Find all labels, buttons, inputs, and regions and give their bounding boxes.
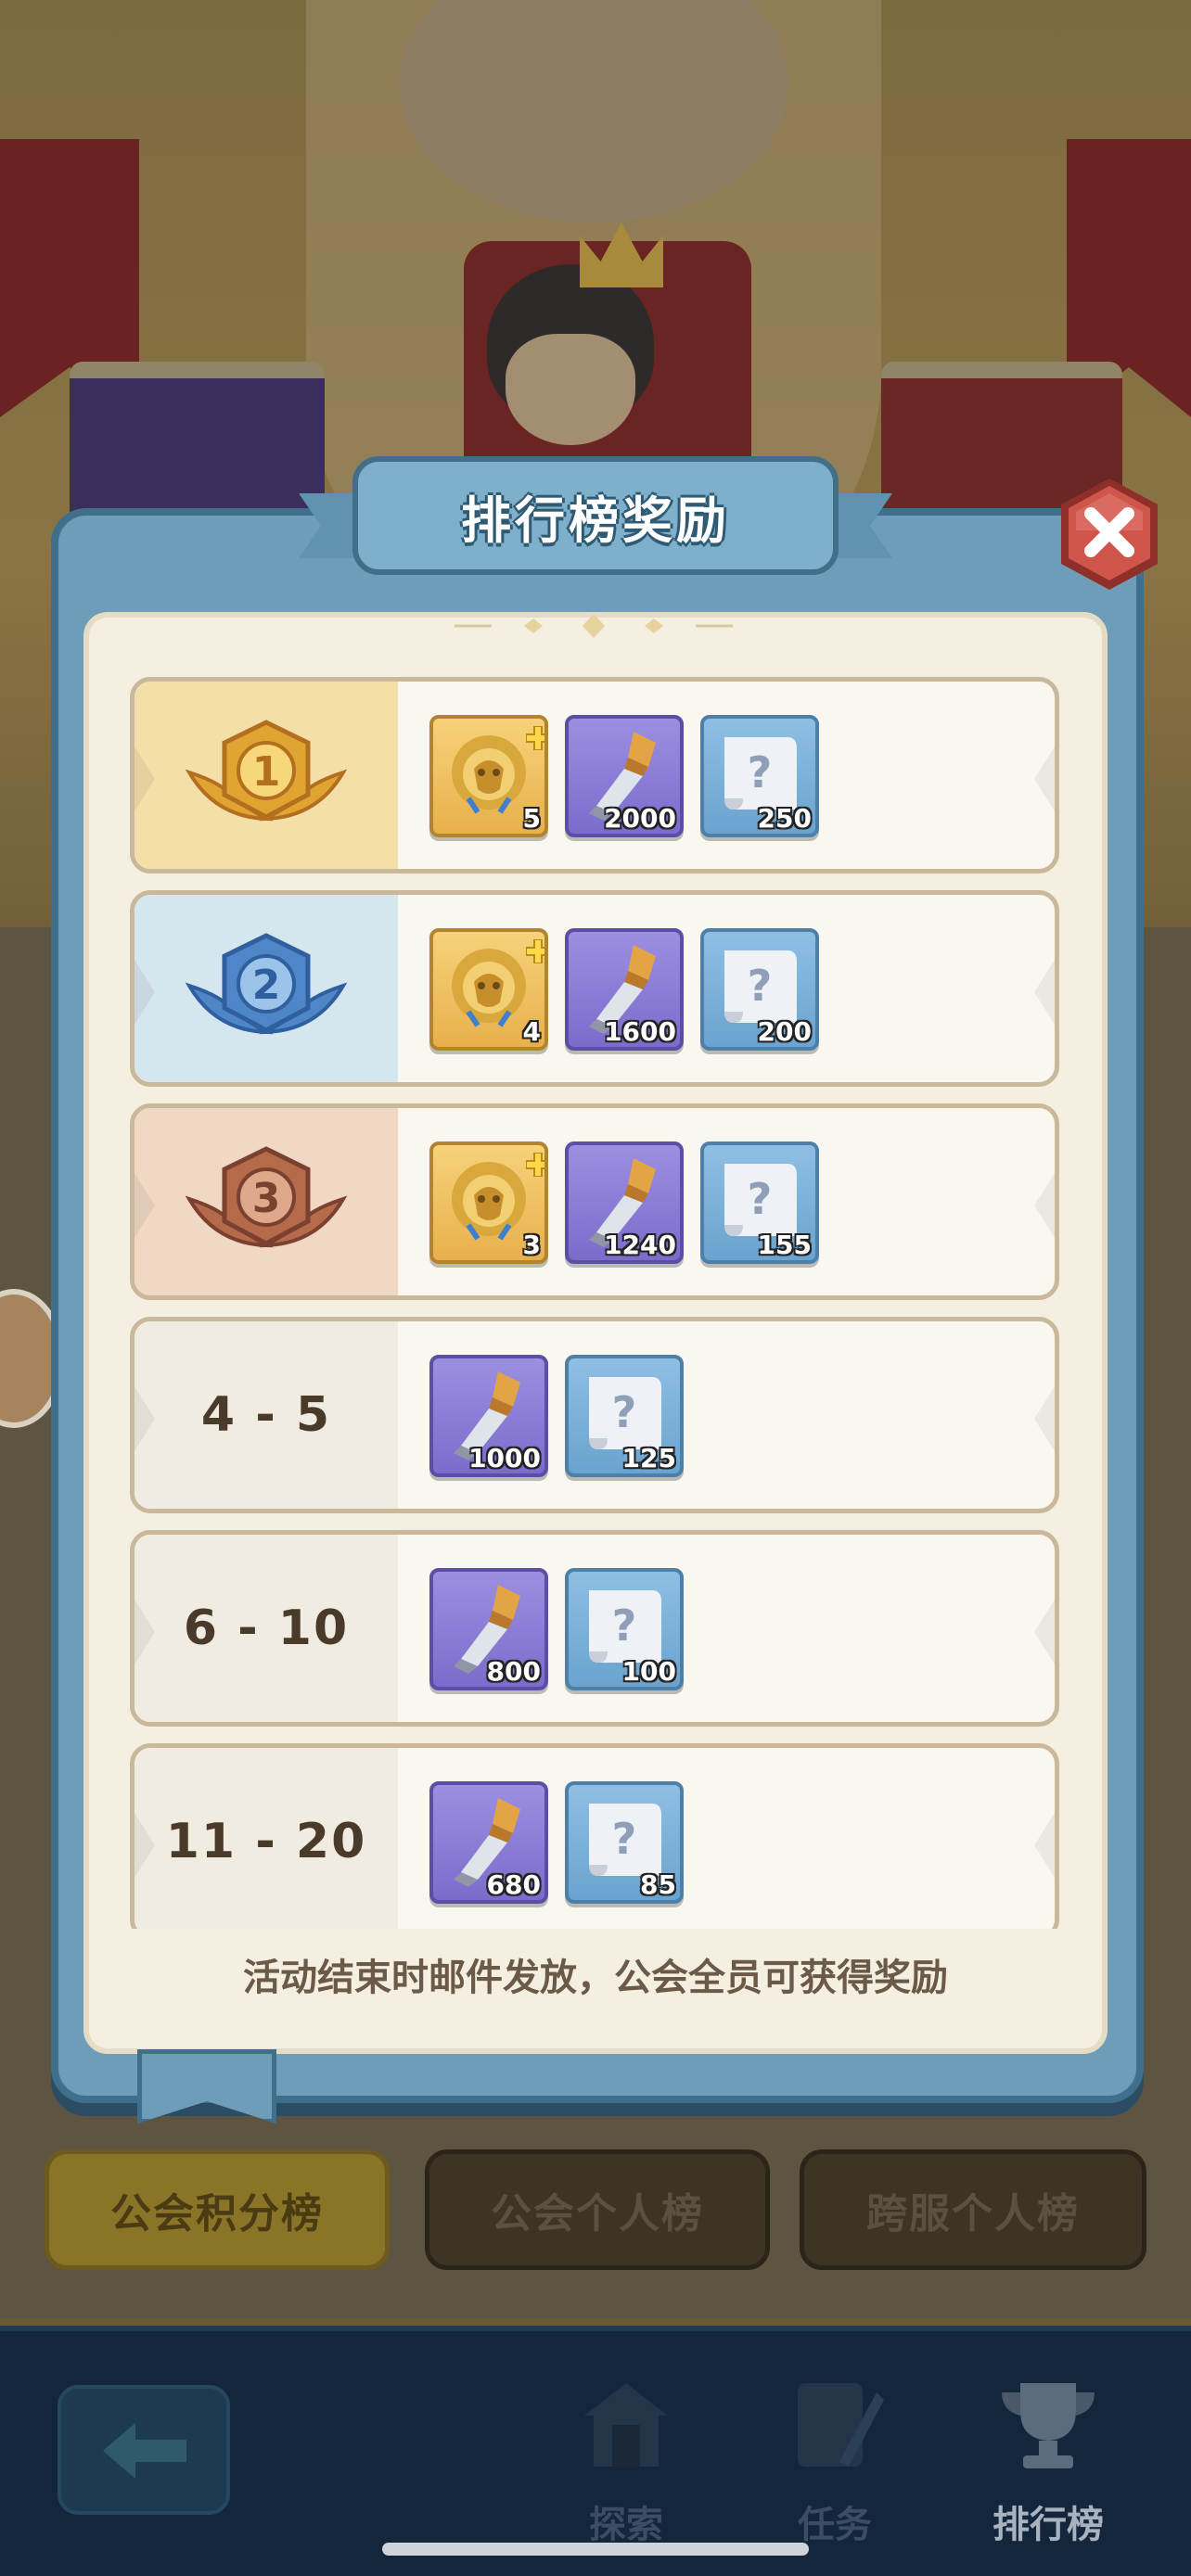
home-indicator[interactable] [382, 2543, 809, 2556]
gold-medal-icon: 1 [185, 720, 348, 822]
reward-row: 6 - 10 800? 100 [130, 1530, 1059, 1727]
reward-item[interactable]: 1000 [429, 1355, 548, 1477]
svg-text:?: ? [612, 1600, 637, 1651]
reward-items: 3 1240? 155 [429, 1141, 819, 1264]
rank-range-label: 6 - 10 [183, 1600, 350, 1656]
silver-medal-icon: 2 [185, 933, 348, 1035]
plus-badge-icon [519, 1147, 544, 1177]
reward-quantity: 1600 [604, 1016, 676, 1047]
reward-quantity: 5 [522, 803, 541, 834]
nav-leaderboard-label: 排行榜 [992, 2504, 1104, 2546]
reward-item[interactable]: 1240 [565, 1141, 684, 1264]
reward-item[interactable]: ? 200 [700, 928, 819, 1051]
reward-footer-note: 活动结束时邮件发放，公会全员可获得奖励 [243, 1957, 948, 1999]
reward-items: 4 1600? 200 [429, 928, 819, 1051]
rank-range-label: 11 - 20 [165, 1814, 367, 1869]
tab-guild-points[interactable]: 公会积分榜 [45, 2149, 390, 2270]
reward-items: 5 2000? 250 [429, 715, 819, 837]
tab-guild-personal[interactable]: 公会个人榜 [425, 2149, 770, 2270]
reward-item[interactable]: 680 [429, 1781, 548, 1904]
reward-quantity: 800 [486, 1656, 541, 1687]
reward-items: 800? 100 [429, 1568, 684, 1690]
row-edge-right [1034, 1173, 1055, 1238]
reward-item[interactable]: ? 85 [565, 1781, 684, 1904]
reward-item[interactable]: 1600 [565, 928, 684, 1051]
rank-number: 3 [252, 1175, 281, 1222]
rank-number: 2 [252, 962, 281, 1009]
rank-range-label: 4 - 5 [200, 1387, 332, 1443]
reward-row: 3 3 1240? 155 [130, 1103, 1059, 1300]
svg-text:?: ? [612, 1814, 637, 1864]
row-edge-right [1034, 960, 1055, 1025]
row-edge-right [1034, 1813, 1055, 1878]
panel-title: 排行榜奖励 [461, 491, 730, 550]
bronze-medal-icon: 3 [185, 1146, 348, 1248]
reward-quantity: 680 [486, 1869, 541, 1900]
reward-item[interactable]: ? 250 [700, 715, 819, 837]
reward-quantity: 100 [621, 1656, 676, 1687]
title-ribbon: 排行榜奖励 [299, 456, 892, 575]
svg-text:?: ? [748, 1174, 773, 1224]
reward-item[interactable]: 5 [429, 715, 548, 837]
rank-cell: 6 - 10 [134, 1535, 398, 1722]
row-edge-right [1034, 1386, 1055, 1451]
nav-task[interactable]: 任务 [756, 2374, 914, 2559]
reward-row: 2 4 1600? 200 [130, 890, 1059, 1087]
throne-left [70, 362, 325, 529]
nav-explore-label: 探索 [589, 2504, 663, 2546]
close-button[interactable] [1054, 475, 1165, 593]
rank-number: 1 [252, 748, 281, 796]
reward-row: 4 - 5 1000? 125 [130, 1317, 1059, 1513]
row-edge-right [1034, 1600, 1055, 1664]
close-icon [1061, 478, 1158, 590]
svg-text:?: ? [748, 961, 773, 1011]
reward-item[interactable]: ? 155 [700, 1141, 819, 1264]
reward-quantity: 125 [621, 1443, 676, 1473]
reward-quantity: 3 [522, 1230, 541, 1260]
reward-quantity: 2000 [604, 803, 676, 834]
reward-items: 680? 85 [429, 1781, 684, 1904]
reward-quantity: 200 [757, 1016, 812, 1047]
reward-item[interactable]: 3 [429, 1141, 548, 1264]
back-button[interactable] [58, 2385, 230, 2515]
rank-cell: 4 - 5 [134, 1321, 398, 1509]
reward-item[interactable]: ? 125 [565, 1355, 684, 1477]
king-character-face [506, 334, 635, 445]
reward-quantity: 250 [757, 803, 812, 834]
reward-quantity: 1000 [468, 1443, 541, 1473]
reward-item[interactable]: 2000 [565, 715, 684, 837]
quest-book-icon [798, 2383, 884, 2467]
reward-row: 11 - 20 680? 85 [130, 1743, 1059, 1929]
reward-row: 1 5 2000? 250 [130, 677, 1059, 874]
nav-leaderboard[interactable]: 排行榜 [969, 2374, 1127, 2559]
reward-item[interactable]: 800 [429, 1568, 548, 1690]
plus-badge-icon [519, 721, 544, 750]
tab-cross-server-personal[interactable]: 跨服个人榜 [800, 2149, 1146, 2270]
reward-quantity: 85 [640, 1869, 676, 1900]
explore-building-icon [584, 2383, 668, 2467]
svg-text:?: ? [612, 1387, 637, 1437]
nav-explore[interactable]: 探索 [547, 2374, 705, 2559]
reward-item[interactable]: ? 100 [565, 1568, 684, 1690]
reward-quantity: 155 [757, 1230, 812, 1260]
back-arrow-icon [103, 2423, 186, 2479]
svg-text:?: ? [748, 747, 773, 797]
trophy-icon [1002, 2383, 1095, 2468]
reward-quantity: 1240 [604, 1230, 676, 1260]
rank-cell: 11 - 20 [134, 1748, 398, 1929]
reward-quantity: 4 [522, 1016, 541, 1047]
reward-item[interactable]: 4 [429, 928, 548, 1051]
reward-list[interactable]: 1 5 2000? 250 2 4 1600? 200 3 3 1240? 155 4 - 5 1000?… [130, 677, 1059, 1929]
row-edge-right [1034, 746, 1055, 811]
panel-ornament-icon [455, 614, 733, 638]
plus-badge-icon [519, 934, 544, 963]
rank-cell: 2 [134, 895, 398, 1082]
nav-task-label: 任务 [798, 2504, 872, 2546]
rank-cell: 1 [134, 682, 398, 869]
rank-cell: 3 [134, 1108, 398, 1295]
reward-items: 1000? 125 [429, 1355, 684, 1477]
